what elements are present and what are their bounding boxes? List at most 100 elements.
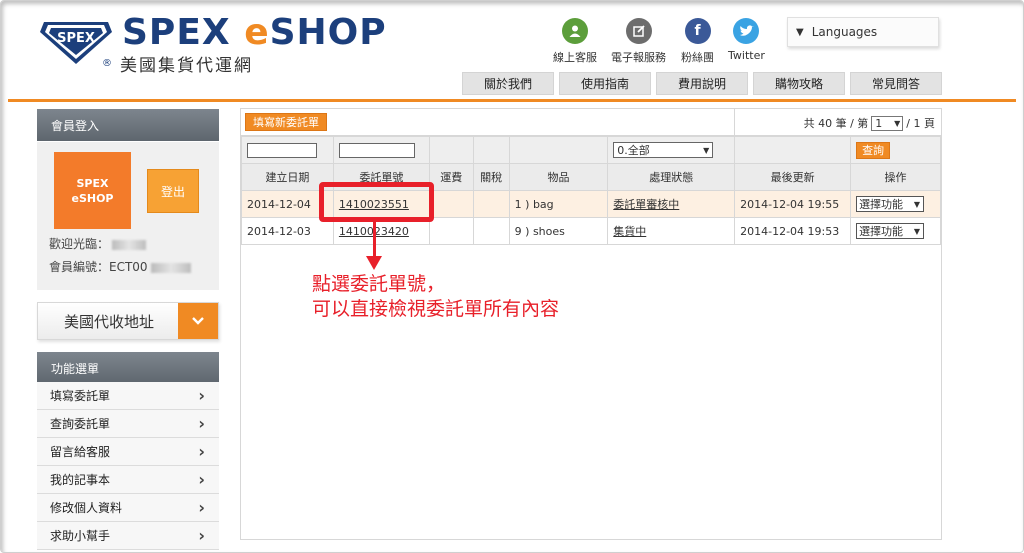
cell-updated: 2014-12-04 19:55 bbox=[734, 190, 852, 218]
menu-item-query-order[interactable]: 查詢委託單 › bbox=[37, 410, 219, 438]
nav-about[interactable]: 關於我們 bbox=[462, 72, 554, 95]
chevron-right-icon: › bbox=[198, 470, 205, 489]
filter-cell bbox=[508, 136, 609, 164]
status-filter-value: 0.全部 bbox=[617, 144, 650, 157]
filter-row: 0.全部 ▼ 查詢 bbox=[241, 136, 941, 164]
tile-line2: eSHOP bbox=[71, 191, 114, 205]
order-toolbar: 填寫新委託單 共 40 筆 / 第 1 ▼ / 1 頁 bbox=[241, 109, 941, 136]
chevron-down-icon: ▼ bbox=[796, 26, 804, 38]
cell-duty bbox=[472, 217, 510, 245]
nav-guide[interactable]: 使用指南 bbox=[559, 72, 651, 95]
pager-suffix: / 1 頁 bbox=[906, 117, 935, 130]
login-panel-title: 會員登入 bbox=[37, 109, 219, 141]
highlight-box bbox=[319, 182, 434, 222]
blurred-member-id bbox=[150, 262, 191, 273]
member-number: 會員編號：ECT00 bbox=[49, 258, 191, 275]
menu-item-message[interactable]: 留言給客服 › bbox=[37, 438, 219, 466]
cell-freight bbox=[428, 217, 474, 245]
menu-item-label: 留言給客服 bbox=[50, 445, 111, 459]
caret-down-icon: ▼ bbox=[703, 145, 710, 155]
action-select[interactable]: 選擇功能 ▼ bbox=[856, 223, 925, 239]
menu-panel-title: 功能選單 bbox=[37, 352, 219, 384]
function-menu: 填寫委託單 › 查詢委託單 › 留言給客服 › 我的記事本 › 修改個人資料 › 求助小幫… bbox=[37, 382, 219, 550]
filter-cell bbox=[332, 136, 430, 164]
live-support-link[interactable]: 線上客服 bbox=[553, 18, 597, 65]
languages-label: Languages bbox=[811, 25, 878, 39]
nav-faq[interactable]: 常見問答 bbox=[850, 72, 942, 95]
filter-cell bbox=[472, 136, 510, 164]
menu-item-label: 查詢委託單 bbox=[50, 417, 111, 431]
languages-dropdown[interactable]: ▼ Languages bbox=[787, 17, 939, 47]
cell-action: 選擇功能 ▼ bbox=[850, 217, 941, 245]
newsletter-link[interactable]: 電子報服務 bbox=[611, 18, 666, 65]
brand-title[interactable]: SPEX eSHOP bbox=[122, 12, 387, 53]
menu-item-profile[interactable]: 修改個人資料 › bbox=[37, 494, 219, 522]
brand-subtitle: 美國集貨代運網 bbox=[120, 56, 253, 76]
filter-cell bbox=[241, 136, 334, 164]
note-line2: 可以直接檢視委託單所有內容 bbox=[312, 298, 560, 320]
page-select[interactable]: 1 ▼ bbox=[871, 115, 904, 131]
fanpage-link[interactable]: f 粉絲團 bbox=[681, 18, 714, 65]
pager-prefix: 共 40 筆 / 第 bbox=[803, 117, 869, 130]
spex-eshop-tile[interactable]: SPEX eSHOP bbox=[54, 152, 131, 229]
login-panel: SPEX eSHOP 登出 歡迎光臨： 會員編號：ECT00 bbox=[37, 142, 219, 290]
chevron-right-icon: › bbox=[198, 442, 205, 461]
chevron-right-icon: › bbox=[198, 498, 205, 517]
order-no-filter-input[interactable] bbox=[338, 142, 415, 158]
col-updated[interactable]: 最後更新 bbox=[734, 163, 852, 191]
arrow-down-icon bbox=[366, 256, 382, 270]
brand-shop: SHOP bbox=[269, 12, 387, 53]
edit-icon bbox=[625, 18, 652, 44]
caret-down-icon: ▼ bbox=[913, 199, 921, 209]
col-items[interactable]: 物品 bbox=[508, 163, 609, 191]
menu-item-label: 修改個人資料 bbox=[50, 501, 123, 515]
caret-down-icon: ▼ bbox=[894, 118, 901, 128]
status-link[interactable]: 集貨中 bbox=[613, 225, 646, 238]
header-divider bbox=[8, 99, 1016, 102]
person-icon bbox=[562, 18, 588, 44]
col-status[interactable]: 處理狀態 bbox=[607, 163, 736, 191]
chevron-down-icon bbox=[178, 303, 218, 339]
social-label: 電子報服務 bbox=[611, 51, 666, 64]
cell-date: 2014-12-03 bbox=[241, 217, 334, 245]
filter-cell: 查詢 bbox=[850, 136, 941, 164]
date-filter-input[interactable] bbox=[247, 142, 317, 158]
menu-item-label: 求助小幫手 bbox=[50, 529, 111, 543]
twitter-link[interactable]: Twitter bbox=[728, 18, 765, 62]
menu-item-label: 填寫委託單 bbox=[50, 389, 111, 403]
menu-item-fill-order[interactable]: 填寫委託單 › bbox=[37, 382, 219, 410]
action-select[interactable]: 選擇功能 ▼ bbox=[856, 196, 925, 212]
menu-item-help[interactable]: 求助小幫手 › bbox=[37, 522, 219, 550]
status-filter-select[interactable]: 0.全部 ▼ bbox=[613, 142, 714, 158]
tutorial-note: 點選委託單號， 可以直接檢視委託單所有內容 bbox=[312, 272, 559, 322]
facebook-icon: f bbox=[684, 18, 711, 44]
arrow-shaft bbox=[373, 222, 376, 258]
social-label: Twitter bbox=[728, 49, 765, 62]
chevron-right-icon: › bbox=[198, 386, 205, 405]
menu-item-notebook[interactable]: 我的記事本 › bbox=[37, 466, 219, 494]
logout-button[interactable]: 登出 bbox=[147, 169, 199, 213]
status-link[interactable]: 委託單審核中 bbox=[613, 198, 679, 211]
welcome-label: 歡迎光臨： bbox=[49, 237, 110, 251]
page-value: 1 bbox=[875, 116, 883, 130]
badge-text: SPEX bbox=[57, 31, 95, 46]
query-button[interactable]: 查詢 bbox=[856, 141, 891, 159]
chevron-right-icon: › bbox=[198, 526, 205, 545]
col-freight[interactable]: 運費 bbox=[428, 163, 474, 191]
social-label: 線上客服 bbox=[553, 51, 597, 64]
us-address-button[interactable]: 美國代收地址 bbox=[37, 302, 219, 340]
nav-fees[interactable]: 費用說明 bbox=[656, 72, 748, 95]
filter-cell bbox=[734, 136, 852, 164]
action-value: 選擇功能 bbox=[859, 198, 904, 211]
new-order-button[interactable]: 填寫新委託單 bbox=[245, 113, 327, 131]
cell-items: 9 ) shoes bbox=[508, 217, 609, 245]
col-action: 操作 bbox=[850, 163, 941, 191]
cell-status: 集貨中 bbox=[607, 217, 736, 245]
col-duty[interactable]: 關稅 bbox=[472, 163, 510, 191]
social-label: 粉絲團 bbox=[681, 51, 714, 64]
nav-shopping[interactable]: 購物攻略 bbox=[753, 72, 845, 95]
menu-item-label: 我的記事本 bbox=[50, 473, 111, 487]
cell-status: 委託單審核中 bbox=[607, 190, 736, 218]
tile-line1: SPEX bbox=[76, 176, 109, 190]
action-value: 選擇功能 bbox=[859, 225, 904, 238]
